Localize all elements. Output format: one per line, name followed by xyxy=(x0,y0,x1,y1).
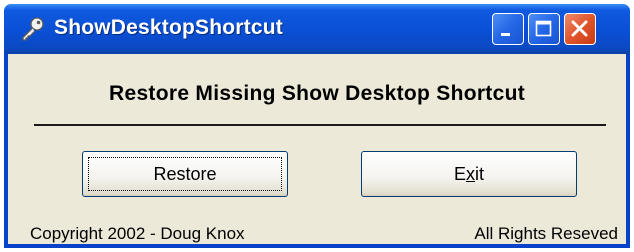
copyright-text: Copyright 2002 - Doug Knox xyxy=(30,224,245,243)
maximize-button[interactable] xyxy=(528,13,560,45)
restore-button-label: Restore xyxy=(153,163,217,184)
exit-accelerator: x xyxy=(466,163,475,184)
rights-text: All Rights Reseved xyxy=(474,224,618,243)
app-window: ShowDesktopShortcut Restore Missing Show… xyxy=(4,4,630,248)
dialog-body: Restore Missing Show Desktop Shortcut Re… xyxy=(8,54,626,244)
close-icon xyxy=(571,20,588,37)
exit-button[interactable]: Exit xyxy=(361,151,577,197)
heading: Restore Missing Show Desktop Shortcut xyxy=(109,82,525,105)
close-button[interactable] xyxy=(564,13,596,45)
restore-button[interactable]: Restore xyxy=(82,151,288,197)
exit-button-label: Exit xyxy=(453,163,484,184)
minimize-icon xyxy=(501,33,510,36)
minimize-button[interactable] xyxy=(492,13,524,45)
window-title: ShowDesktopShortcut xyxy=(54,16,283,39)
title-bar[interactable]: ShowDesktopShortcut xyxy=(4,4,630,54)
key-icon xyxy=(20,16,46,42)
maximize-icon xyxy=(535,20,552,37)
divider xyxy=(34,124,606,126)
